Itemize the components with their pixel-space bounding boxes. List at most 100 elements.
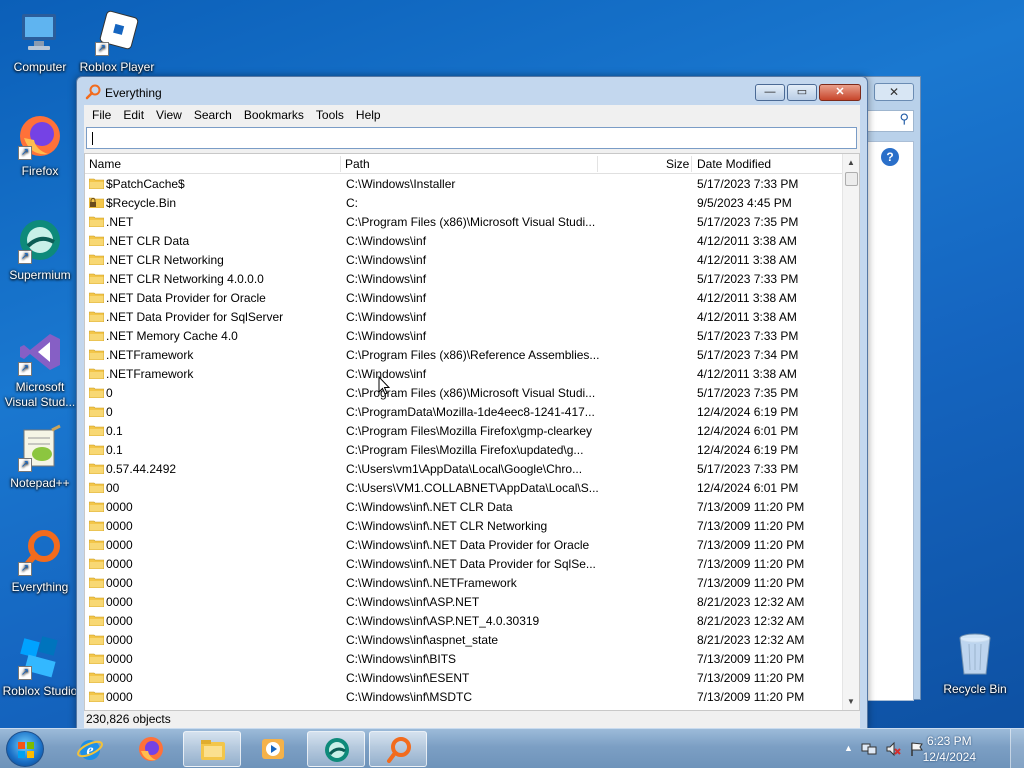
column-header-size[interactable]: Size	[666, 157, 689, 171]
clock-date: 12/4/2024	[922, 750, 976, 764]
firefox-icon: ↗	[16, 112, 64, 160]
row-path: C:\Users\vm1\AppData\Local\Google\Chro..…	[346, 462, 583, 476]
taskbar-supermium[interactable]	[307, 731, 365, 767]
table-row[interactable]: .NET CLR Networking 4.0.0.0 C:\Windows\in…	[85, 269, 842, 288]
table-row[interactable]: 0.1 C:\Program Files\Mozilla Firefox\upda…	[85, 440, 842, 459]
table-row[interactable]: .NET CLR Data C:\Windows\inf 4/12/2011 3:3…	[85, 231, 842, 250]
table-row[interactable]: 0000 C:\Windows\inf\BITS 7/13/2009 11:20 P…	[85, 649, 842, 668]
column-header-name[interactable]: Name	[89, 157, 121, 171]
table-row[interactable]: .NET Data Provider for SqlServer C:\Windo…	[85, 307, 842, 326]
table-row[interactable]: 0 C:\Program Files (x86)\Microsoft Visual…	[85, 383, 842, 402]
row-date-modified: 5/17/2023 7:33 PM	[697, 462, 799, 476]
taskbar-internet-explorer[interactable]: e	[61, 731, 119, 767]
folder-icon	[89, 653, 104, 664]
taskbar-firefox[interactable]	[122, 731, 180, 767]
row-name: .NET CLR Data	[106, 234, 190, 248]
table-row[interactable]: .NETFramework C:\Windows\inf 4/12/2011 3:3…	[85, 364, 842, 383]
help-icon[interactable]: ?	[881, 148, 899, 166]
network-icon[interactable]	[861, 741, 877, 760]
desktop-icon-label: Roblox Player	[79, 60, 155, 74]
menu-file[interactable]: File	[86, 108, 117, 122]
table-row[interactable]: 0000 C:\Windows\inf\.NETFramework 7/13/200…	[85, 573, 842, 592]
desktop-icon-recycle-bin[interactable]: Recycle Bin	[935, 630, 1015, 697]
table-row[interactable]: 0000 C:\Windows\inf\ASP.NET_4.0.30319 8/21…	[85, 611, 842, 630]
column-header-date[interactable]: Date Modified	[697, 157, 771, 171]
scroll-thumb[interactable]	[845, 172, 858, 186]
table-row[interactable]: 0000 C:\Windows\inf\aspnet_state 8/21/2023…	[85, 630, 842, 649]
search-input[interactable]	[86, 127, 857, 149]
menu-bookmarks[interactable]: Bookmarks	[238, 108, 310, 122]
show-desktop-button[interactable]	[1010, 729, 1024, 768]
folder-icon	[89, 273, 104, 284]
desktop-icon-notepadpp[interactable]: ↗ Notepad++	[0, 424, 80, 491]
desktop-icon-everything[interactable]: ↗ Everything	[0, 528, 80, 595]
background-window[interactable]: ✕ ⚲ ?	[860, 76, 921, 701]
desktop-icon-computer[interactable]: Computer	[0, 8, 80, 75]
table-row[interactable]: 0.1 C:\Program Files\Mozilla Firefox\gmp-…	[85, 421, 842, 440]
table-row[interactable]: 0000 C:\Windows\inf\.NET Data Provider fo…	[85, 535, 842, 554]
desktop-icon-label: Supermium	[9, 268, 71, 282]
taskbar-media-player[interactable]	[244, 731, 302, 767]
desktop-icon-firefox[interactable]: ↗ Firefox	[0, 112, 80, 179]
table-row[interactable]: 0000 C:\Windows\inf\.NET CLR Networking 7/…	[85, 516, 842, 535]
row-name: 0	[106, 405, 113, 419]
table-row[interactable]: 0 C:\ProgramData\Mozilla-1de4eec8-1241-41…	[85, 402, 842, 421]
close-button[interactable]: ✕	[819, 84, 861, 101]
table-row[interactable]: 0000 C:\Windows\inf\ESENT 7/13/2009 11:20 …	[85, 668, 842, 687]
table-row[interactable]: .NET Data Provider for Oracle C:\Windows\…	[85, 288, 842, 307]
vertical-scrollbar[interactable]: ▲ ▼	[842, 154, 859, 710]
table-row[interactable]: 00 C:\Users\VM1.COLLABNET\AppData\Local\S…	[85, 478, 842, 497]
table-row[interactable]: .NET Memory Cache 4.0 C:\Windows\inf 5/17/…	[85, 326, 842, 345]
close-icon[interactable]: ✕	[874, 83, 914, 101]
row-date-modified: 7/13/2009 11:20 PM	[697, 671, 805, 685]
row-name: 0000	[106, 690, 133, 704]
desktop-icon-visual-studio[interactable]: ↗ Microsoft Visual Stud...	[0, 328, 80, 410]
minimize-button[interactable]: —	[755, 84, 785, 101]
column-header-path[interactable]: Path	[345, 157, 370, 171]
table-row[interactable]: .NET CLR Networking C:\Windows\inf 4/12/20…	[85, 250, 842, 269]
clock[interactable]: 6:23 PM 12/4/2024	[923, 733, 976, 765]
row-name: .NET Data Provider for SqlServer	[106, 310, 284, 324]
everything-window[interactable]: Everything — ▭ ✕ File Edit View Search B…	[76, 76, 868, 730]
table-row[interactable]: 0000 C:\Windows\inf\.NET CLR Data 7/13/200…	[85, 497, 842, 516]
folder-icon	[89, 406, 104, 417]
column-separator[interactable]	[691, 156, 692, 172]
maximize-button[interactable]: ▭	[787, 84, 817, 101]
everything-icon: ↗	[16, 528, 64, 576]
table-row[interactable]: .NET C:\Program Files (x86)\Microsoft Vis…	[85, 212, 842, 231]
column-separator[interactable]	[340, 156, 341, 172]
table-row[interactable]: 0000 C:\Windows\inf\MSDTC 7/13/2009 11:20 …	[85, 687, 842, 706]
scroll-up-icon[interactable]: ▲	[843, 154, 859, 171]
taskbar-everything[interactable]	[369, 731, 427, 767]
start-button[interactable]	[6, 731, 44, 767]
taskbar-file-explorer[interactable]	[183, 731, 241, 767]
menu-search[interactable]: Search	[188, 108, 238, 122]
title-bar[interactable]: Everything — ▭ ✕	[77, 77, 867, 105]
results-list[interactable]: Name Path Size Date Modified $PatchCache…	[84, 153, 860, 711]
table-row[interactable]: $PatchCache$ C:\Windows\Installer 5/17/202…	[85, 174, 842, 193]
search-icon[interactable]: ⚲	[866, 110, 914, 132]
table-row[interactable]: 0000 C:\Windows\inf\.NET Data Provider fo…	[85, 554, 842, 573]
table-row[interactable]: 0000 C:\Windows\inf\ASP.NET 8/21/2023 12:3…	[85, 592, 842, 611]
column-separator[interactable]	[597, 156, 598, 172]
show-hidden-icons-icon[interactable]: ▲	[844, 741, 853, 760]
menu-view[interactable]: View	[150, 108, 188, 122]
menu-tools[interactable]: Tools	[310, 108, 350, 122]
supermium-icon: ↗	[16, 216, 64, 264]
shortcut-arrow-icon: ↗	[18, 666, 32, 680]
roblox-player-icon: ↗	[93, 8, 141, 56]
table-row[interactable]: $Recycle.Bin C: 9/5/2023 4:45 PM	[85, 193, 842, 212]
desktop-icon-roblox-player[interactable]: ↗ Roblox Player	[77, 8, 157, 75]
scroll-down-icon[interactable]: ▼	[843, 693, 859, 710]
row-path: C:\Program Files\Mozilla Firefox\gmp-cle…	[346, 424, 593, 438]
row-date-modified: 7/13/2009 11:20 PM	[697, 652, 805, 666]
table-row[interactable]: 0.57.44.2492 C:\Users\vm1\AppData\Local\G…	[85, 459, 842, 478]
desktop-icon-supermium[interactable]: ↗ Supermium	[0, 216, 80, 283]
table-row[interactable]: .NETFramework C:\Program Files (x86)\Refe…	[85, 345, 842, 364]
desktop-icon-roblox-studio[interactable]: ↗ Roblox Studio	[0, 632, 80, 699]
row-date-modified: 7/13/2009 11:20 PM	[697, 500, 805, 514]
menu-help[interactable]: Help	[350, 108, 387, 122]
menu-edit[interactable]: Edit	[117, 108, 150, 122]
volume-muted-icon[interactable]	[885, 741, 901, 760]
row-name: .NET Data Provider for Oracle	[106, 291, 266, 305]
